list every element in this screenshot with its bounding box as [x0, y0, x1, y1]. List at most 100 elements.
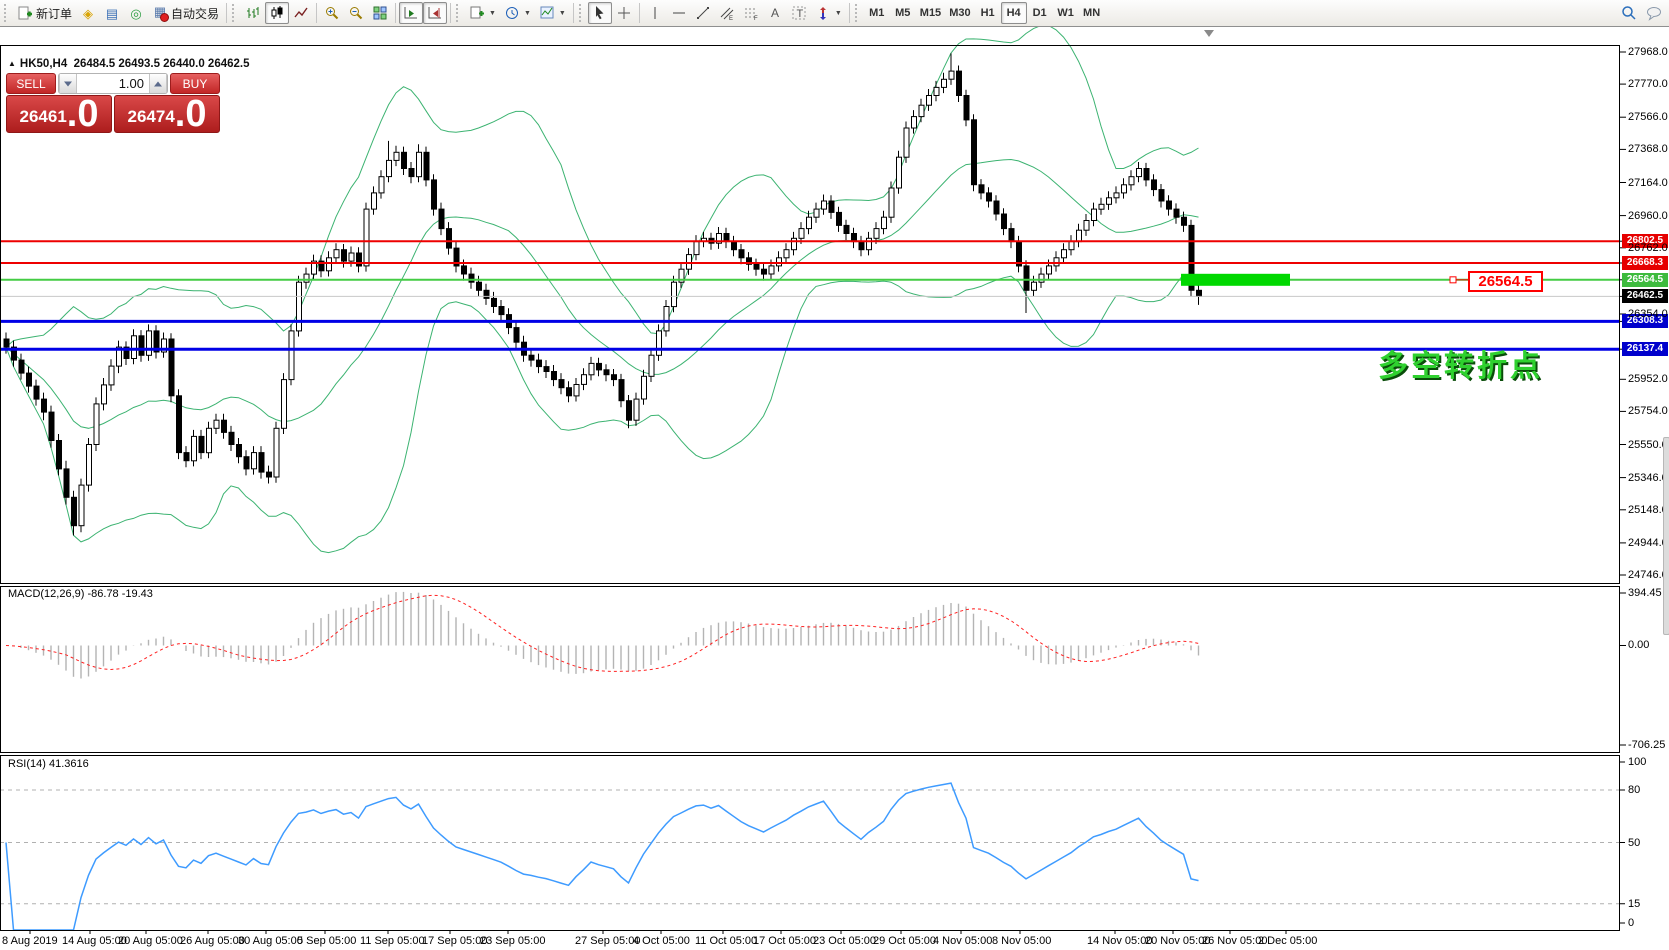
chart-canvas[interactable] [0, 0, 1669, 950]
bar-chart-icon [245, 5, 261, 21]
metaeditor-button[interactable]: ◈ [76, 2, 100, 24]
timeframe-m30-button[interactable]: M30 [945, 2, 974, 24]
autoscroll-button[interactable] [399, 2, 423, 24]
candlestick-chart-icon [269, 5, 285, 21]
fibonacci-button[interactable]: F [739, 2, 763, 24]
bar-chart-button[interactable] [241, 2, 265, 24]
dropdown-caret-icon: ▼ [559, 10, 566, 17]
arrows-icon [815, 5, 831, 21]
text-label-icon: T [791, 5, 807, 21]
separator [316, 3, 317, 23]
equidistant-channel-icon: E [719, 5, 735, 21]
buy-price-int: 26474 [128, 107, 175, 132]
line-chart-button[interactable] [289, 2, 313, 24]
cursor-button[interactable] [588, 2, 612, 24]
line-chart-icon [293, 5, 309, 21]
chart-symbol-period: HK50,H4 [20, 58, 67, 70]
new-order-label: 新订单 [36, 5, 72, 22]
text-label-button[interactable]: T [787, 2, 811, 24]
crosshair-button[interactable] [612, 2, 636, 24]
toolbar-grip [456, 4, 461, 22]
volume-input[interactable] [77, 74, 149, 93]
autoscroll-icon [403, 5, 419, 21]
zoom-out-button[interactable] [344, 2, 368, 24]
separator [849, 3, 850, 23]
data-window-icon: ▤ [106, 7, 118, 20]
new-order-icon [17, 5, 33, 21]
tile-windows-icon [372, 5, 388, 21]
dropdown-caret-icon: ▼ [524, 10, 531, 17]
search-button[interactable] [1617, 2, 1641, 24]
volume-decrease-button[interactable] [59, 74, 77, 93]
vertical-line-icon [647, 5, 663, 21]
new-chart-button[interactable]: ▼ [465, 2, 500, 24]
timeframe-h4-button[interactable]: H4 [1001, 2, 1027, 24]
toolbar-grip [855, 4, 860, 22]
periods-button[interactable]: ▼ [500, 2, 535, 24]
timeframe-h1-button[interactable]: H1 [975, 2, 1001, 24]
separator [226, 3, 227, 23]
highlight-bar[interactable] [1181, 274, 1290, 286]
chat-button[interactable] [1641, 2, 1667, 24]
data-window-button[interactable]: ▤ [100, 2, 124, 24]
dropdown-caret-icon: ▼ [835, 10, 842, 17]
rsi-panel [0, 762, 1625, 930]
toolbar-grip [4, 4, 9, 22]
autotrading-icon: ▦ [152, 5, 168, 21]
svg-text:T: T [796, 8, 803, 20]
horizontal-lines [0, 52, 1626, 575]
navigator-button[interactable]: ◎ [124, 2, 148, 24]
periods-clock-icon [504, 5, 520, 21]
chat-icon [1645, 5, 1663, 21]
search-icon [1621, 5, 1637, 21]
timeframe-m15-button[interactable]: M15 [916, 2, 945, 24]
svg-text:F: F [754, 16, 758, 21]
tile-windows-button[interactable] [368, 2, 392, 24]
autotrading-disabled-dot [160, 13, 169, 22]
horizontal-line-icon [671, 5, 687, 21]
timeframe-d1-button[interactable]: D1 [1027, 2, 1053, 24]
buy-price-panel[interactable]: 26474.0 [114, 95, 220, 133]
separator [573, 3, 574, 23]
one-click-trading-panel: SELL BUY 26461.0 26474.0 [6, 73, 220, 133]
collapse-panel-icon[interactable]: ▲ [8, 59, 16, 68]
cursor-icon [592, 5, 608, 21]
equidistant-channel-button[interactable]: E [715, 2, 739, 24]
timeframe-w1-button[interactable]: W1 [1053, 2, 1079, 24]
separator [450, 3, 451, 23]
chart-shift-button[interactable] [423, 2, 447, 24]
toolbar-grip [232, 4, 237, 22]
sell-button[interactable]: SELL [6, 73, 56, 94]
indicators-button[interactable]: ▼ [535, 2, 570, 24]
svg-text:E: E [729, 16, 733, 21]
metaeditor-icon: ◈ [83, 7, 93, 20]
chart-title: ▲HK50,H4 26484.5 26493.5 26440.0 26462.5 [8, 58, 250, 70]
panel-borders [1, 46, 1620, 935]
toolbar: 新订单 ◈ ▤ ◎ ▦ 自动交易 [0, 0, 1669, 27]
trendline-button[interactable] [691, 2, 715, 24]
volume-increase-button[interactable] [149, 74, 167, 93]
arrows-button[interactable]: ▼ [811, 2, 846, 24]
zoom-out-icon [348, 5, 364, 21]
fibonacci-icon: F [743, 5, 759, 21]
macd-panel [6, 592, 1626, 745]
new-chart-icon [469, 5, 485, 21]
new-order-button[interactable]: 新订单 [13, 2, 76, 24]
timeframe-mn-button[interactable]: MN [1079, 2, 1105, 24]
sell-price-frac: .0 [67, 97, 99, 132]
zoom-in-button[interactable] [320, 2, 344, 24]
crosshair-icon [616, 5, 632, 21]
timeframe-m1-button[interactable]: M1 [864, 2, 890, 24]
sell-price-panel[interactable]: 26461.0 [6, 95, 112, 133]
volume-stepper [58, 73, 168, 94]
trendline-icon [695, 5, 711, 21]
vertical-line-button[interactable] [643, 2, 667, 24]
candlestick-chart-button[interactable] [265, 2, 289, 24]
buy-button[interactable]: BUY [170, 73, 220, 94]
timeframe-m5-button[interactable]: M5 [890, 2, 916, 24]
text-icon: A [767, 5, 783, 21]
autotrading-button[interactable]: ▦ 自动交易 [148, 2, 223, 24]
horizontal-line-button[interactable] [667, 2, 691, 24]
toolbar-grip [579, 4, 584, 22]
text-button[interactable]: A [763, 2, 787, 24]
